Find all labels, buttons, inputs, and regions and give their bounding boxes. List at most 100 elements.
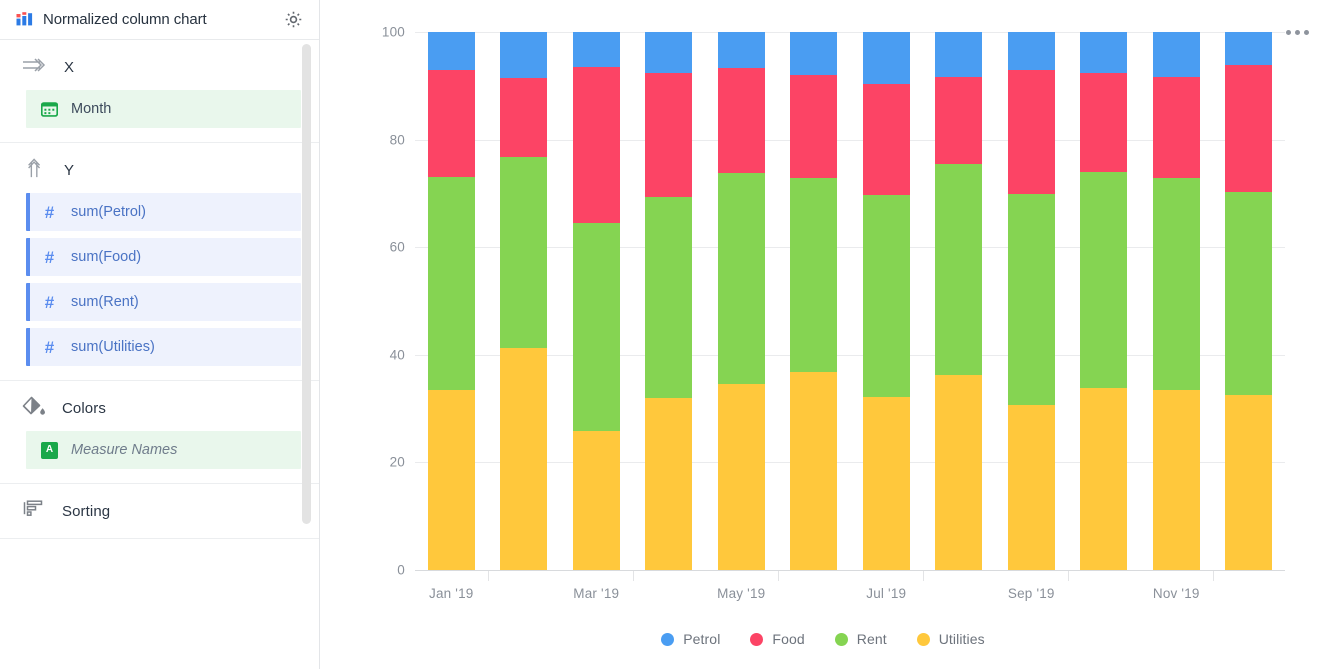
calendar-icon bbox=[40, 100, 59, 119]
bar-segment-petrol[interactable] bbox=[1080, 32, 1128, 74]
bar-segment-rent[interactable] bbox=[1080, 171, 1128, 389]
chart-bar[interactable] bbox=[1225, 32, 1273, 570]
x-axis-tick bbox=[777, 570, 779, 581]
shelf-x: X Month bbox=[0, 40, 319, 143]
bar-segment-food[interactable] bbox=[572, 67, 620, 224]
x-axis-tick-label: Sep '19 bbox=[1007, 586, 1055, 601]
x-axis-tick bbox=[922, 570, 924, 581]
chart-config-panel: Normalized column chart X Month Y # sum(… bbox=[0, 0, 320, 669]
shelf-sorting: Sorting bbox=[0, 484, 319, 539]
bar-segment-food[interactable] bbox=[645, 72, 693, 198]
legend-color-dot bbox=[916, 632, 930, 646]
field-chip-sum-rent[interactable]: # sum(Rent) bbox=[26, 283, 301, 321]
arrow-right-icon bbox=[22, 57, 48, 78]
legend-item-petrol[interactable]: Petrol bbox=[661, 631, 720, 647]
chart-bar[interactable] bbox=[1080, 32, 1128, 570]
bar-segment-utilities[interactable] bbox=[935, 375, 983, 570]
bar-segment-petrol[interactable] bbox=[862, 32, 910, 85]
shelf-colors-items: A Measure Names bbox=[0, 431, 319, 469]
chart-bar[interactable] bbox=[862, 32, 910, 570]
bar-segment-utilities[interactable] bbox=[427, 389, 475, 570]
kebab-menu-icon[interactable] bbox=[1286, 30, 1309, 35]
bar-segment-rent[interactable] bbox=[862, 195, 910, 398]
field-chip-label: sum(Rent) bbox=[71, 294, 139, 310]
chart-bar[interactable] bbox=[500, 32, 548, 570]
chart-area: 0 20 40 60 80 100 Jan '19 Mar '19 May '19 Jul '19… bbox=[320, 0, 1326, 669]
bar-segment-food[interactable] bbox=[790, 74, 838, 178]
chart-bar[interactable] bbox=[645, 32, 693, 570]
bar-segment-rent[interactable] bbox=[500, 157, 548, 349]
legend-label: Food bbox=[772, 631, 805, 647]
chart-bar[interactable] bbox=[790, 32, 838, 570]
field-chip-sum-utilities[interactable]: # sum(Utilities) bbox=[26, 328, 301, 366]
bar-segment-food[interactable] bbox=[717, 68, 765, 173]
bar-segment-petrol[interactable] bbox=[717, 32, 765, 69]
bar-segment-petrol[interactable] bbox=[1225, 32, 1273, 65]
bar-segment-food[interactable] bbox=[1152, 76, 1200, 179]
bar-segment-food[interactable] bbox=[1007, 70, 1055, 194]
chart-bar[interactable] bbox=[1007, 32, 1055, 570]
chart-bar[interactable] bbox=[427, 32, 475, 570]
bar-segment-food[interactable] bbox=[1225, 64, 1273, 193]
y-axis-tick-label: 0 bbox=[397, 562, 405, 578]
bar-segment-rent[interactable] bbox=[427, 176, 475, 390]
shelf-sorting-label: Sorting bbox=[62, 502, 111, 520]
bar-segment-food[interactable] bbox=[500, 78, 548, 158]
legend-label: Utilities bbox=[938, 631, 985, 647]
chart-bar[interactable] bbox=[935, 32, 983, 570]
shelf-colors: Colors A Measure Names bbox=[0, 381, 319, 484]
panel-scrollbar[interactable] bbox=[302, 44, 311, 524]
bar-segment-petrol[interactable] bbox=[500, 32, 548, 79]
bar-segment-food[interactable] bbox=[1080, 73, 1128, 172]
gear-icon[interactable] bbox=[281, 8, 305, 32]
bar-segment-petrol[interactable] bbox=[427, 32, 475, 70]
field-chip-measure-names[interactable]: A Measure Names bbox=[26, 431, 301, 469]
bar-segment-rent[interactable] bbox=[645, 197, 693, 399]
bar-segment-rent[interactable] bbox=[572, 223, 620, 431]
bar-segment-rent[interactable] bbox=[935, 163, 983, 376]
bar-segment-rent[interactable] bbox=[717, 172, 765, 384]
bar-segment-utilities[interactable] bbox=[572, 430, 620, 570]
bar-segment-petrol[interactable] bbox=[790, 32, 838, 75]
bar-segment-utilities[interactable] bbox=[790, 372, 838, 570]
bar-segment-rent[interactable] bbox=[1225, 192, 1273, 396]
field-chip-label: sum(Utilities) bbox=[71, 339, 155, 355]
bar-segment-rent[interactable] bbox=[790, 177, 838, 373]
bar-segment-petrol[interactable] bbox=[1152, 32, 1200, 77]
bar-segment-petrol[interactable] bbox=[935, 32, 983, 78]
field-chip-sum-food[interactable]: # sum(Food) bbox=[26, 238, 301, 276]
bar-segment-utilities[interactable] bbox=[1080, 388, 1128, 570]
y-axis-tick-label: 40 bbox=[389, 347, 405, 363]
bar-segment-rent[interactable] bbox=[1152, 178, 1200, 391]
bar-segment-utilities[interactable] bbox=[645, 398, 693, 570]
chart-bar[interactable] bbox=[572, 32, 620, 570]
x-axis-tick-label: Nov '19 bbox=[1152, 586, 1200, 601]
bar-segment-utilities[interactable] bbox=[1152, 390, 1200, 570]
bar-segment-utilities[interactable] bbox=[500, 348, 548, 570]
shelf-colors-label: Colors bbox=[62, 399, 106, 417]
field-chip-sum-petrol[interactable]: # sum(Petrol) bbox=[26, 193, 301, 231]
kebab-dot bbox=[1304, 30, 1309, 35]
bar-segment-petrol[interactable] bbox=[645, 32, 693, 73]
chart-bar[interactable] bbox=[1152, 32, 1200, 570]
bar-segment-rent[interactable] bbox=[1007, 193, 1055, 406]
chart-bar[interactable] bbox=[717, 32, 765, 570]
page-title: Normalized column chart bbox=[43, 11, 207, 28]
shelf-colors-header: Colors bbox=[0, 395, 319, 421]
bar-segment-food[interactable] bbox=[862, 84, 910, 196]
legend-item-rent[interactable]: Rent bbox=[834, 631, 887, 647]
legend-item-food[interactable]: Food bbox=[750, 631, 805, 647]
hash-icon: # bbox=[44, 292, 55, 312]
bar-segment-utilities[interactable] bbox=[717, 383, 765, 570]
bar-segment-food[interactable] bbox=[935, 77, 983, 164]
bar-segment-petrol[interactable] bbox=[1007, 32, 1055, 71]
bar-segment-utilities[interactable] bbox=[1225, 395, 1273, 570]
y-axis-tick-label: 80 bbox=[389, 132, 405, 148]
field-chip-month[interactable]: Month bbox=[26, 90, 301, 128]
bar-segment-utilities[interactable] bbox=[862, 397, 910, 570]
shelf-x-header: X bbox=[0, 54, 319, 80]
bar-segment-petrol[interactable] bbox=[572, 32, 620, 67]
legend-item-utilities[interactable]: Utilities bbox=[916, 631, 985, 647]
bar-segment-utilities[interactable] bbox=[1007, 405, 1055, 570]
bar-segment-food[interactable] bbox=[427, 69, 475, 177]
